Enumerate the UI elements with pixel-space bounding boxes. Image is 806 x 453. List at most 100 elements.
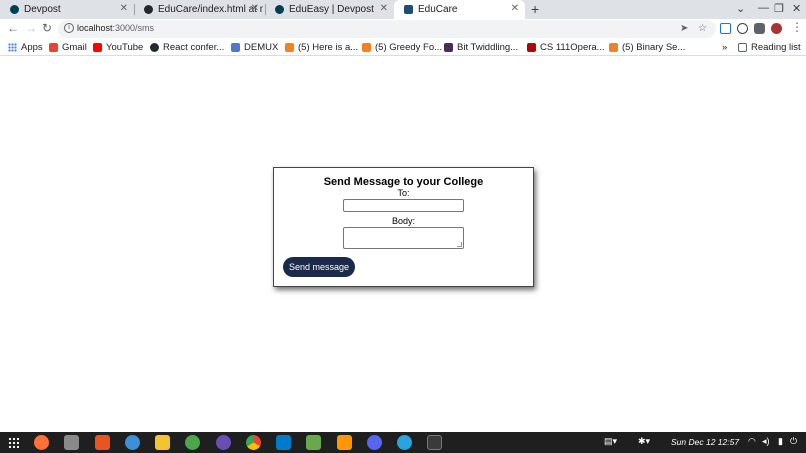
close-tab-icon[interactable]: ✕ [120,3,128,14]
firefox-icon[interactable] [34,435,49,450]
stackoverflow-icon [285,43,294,52]
battery-icon[interactable]: ▮ [778,436,783,447]
to-input[interactable] [343,199,464,212]
send-message-card: Send Message to your College To: Body: S… [273,167,534,287]
stanford-icon [527,43,536,52]
bookmark-label: Reading list [751,42,801,53]
extension-translate-icon[interactable] [720,23,731,34]
accessibility-icon[interactable]: ✱▾ [638,436,650,447]
telegram-icon[interactable] [397,435,412,450]
bookmark-label: React confer... [163,42,225,53]
bookmark-label: YouTube [106,42,144,53]
educare-favicon-icon [404,5,413,14]
more-bookmarks-label: » [722,42,728,53]
tab-edueasy[interactable]: EduEasy | Devpost ✕ [265,0,394,19]
close-tab-icon[interactable]: ✕ [380,3,388,14]
bookmark-cs111[interactable]: CS 111Opera... [527,41,605,54]
forward-icon[interactable]: → [25,21,37,35]
send-message-button[interactable]: Send message [283,257,355,277]
site-info-icon[interactable]: i [64,23,74,33]
address-bar[interactable]: i localhost:3000/sms ➤ ☆ [58,20,716,38]
obs-icon[interactable] [216,435,231,450]
bookmark-label: (5) Greedy Fo... [375,42,443,53]
vim-icon[interactable] [306,435,321,450]
url-host: localhost [77,23,113,33]
devpost-favicon-icon [275,5,284,14]
bookmark-label: CS 111Opera... [540,42,605,53]
tab-title: EduCare/index.html at m [158,4,263,15]
volume-icon[interactable]: ◂) [762,436,770,447]
extensions-puzzle-icon[interactable] [754,23,765,34]
vscode-icon[interactable] [276,435,291,450]
wifi-icon[interactable]: ◠ [748,436,756,447]
browser-toolbar: ← → ↻ i localhost:3000/sms ➤ ☆ ⋮ [0,19,806,39]
bookmarks-bar: Apps Gmail YouTube React confer... DEMUX… [0,39,806,56]
youtube-icon [93,43,102,52]
files-icon[interactable] [64,435,79,450]
tab-search-icon[interactable]: ⌄ [736,2,745,15]
new-tab-button[interactable]: + [531,1,539,17]
clipboard-icon[interactable]: ▤▾ [604,436,617,447]
software-center-icon[interactable] [95,435,110,450]
gmail-icon [49,43,58,52]
bookmark-label: DEMUX [244,42,279,53]
bookmark-label: Apps [21,42,43,53]
close-window-icon[interactable]: ✕ [792,2,801,15]
back-icon[interactable]: ← [7,21,19,35]
power-icon[interactable]: ⏻ [790,436,797,447]
bit-twiddling-icon [444,43,453,52]
reload-icon[interactable]: ↻ [42,21,52,35]
bookmark-label: (5) Binary Se... [622,42,686,53]
bookmark-react-conference[interactable]: React confer... [150,41,224,54]
tab-educare[interactable]: EduCare ✕ [394,0,525,19]
devpost-favicon-icon [10,5,19,14]
bookmark-bit-twiddling[interactable]: Bit Twiddling... [444,41,518,54]
bookmark-demux[interactable]: DEMUX [231,41,278,54]
more-bookmarks-button[interactable]: » [722,41,727,54]
bookmark-label: (5) Here is a... [298,42,359,53]
bookmark-greedy[interactable]: (5) Greedy Fo... [362,41,442,54]
send-to-device-icon[interactable]: ➤ [680,23,688,34]
restore-icon[interactable]: ❐ [774,2,784,15]
sublime-icon[interactable] [337,435,352,450]
tab-title: EduCare [418,4,458,15]
tab-github[interactable]: EduCare/index.html at m ✕ [134,0,265,19]
tab-devpost[interactable]: Devpost ✕ [0,0,134,19]
stackoverflow-icon [609,43,618,52]
bookmark-youtube[interactable]: YouTube [93,41,143,54]
apps-grid-icon [8,43,17,52]
minimize-icon[interactable]: — [758,2,769,14]
tab-strip: Devpost ✕ EduCare/index.html at m ✕ EduE… [0,0,806,19]
profile-avatar[interactable] [771,23,782,34]
bookmark-here-is-a[interactable]: (5) Here is a... [285,41,358,54]
chrome-icon[interactable] [246,435,261,450]
browser-menu-icon[interactable]: ⋮ [791,20,803,34]
bookmark-label: Gmail [62,42,87,53]
bookmark-binary-search[interactable]: (5) Binary Se... [609,41,685,54]
address-url[interactable]: localhost:3000/sms [77,23,154,33]
github-favicon-icon [144,5,153,14]
bookmark-apps[interactable]: Apps [8,41,43,54]
bookmark-star-icon[interactable]: ☆ [698,23,707,34]
tab-title: Devpost [24,4,61,15]
app-launcher-icon[interactable] [8,437,19,448]
body-label: Body: [391,216,415,226]
clock[interactable]: Sun Dec 12 12:57 [671,437,739,447]
tab-title: EduEasy | Devpost [289,4,374,15]
discord-icon[interactable] [367,435,382,450]
help-icon[interactable] [125,435,140,450]
body-textarea[interactable] [343,227,464,249]
bookmark-gmail[interactable]: Gmail [49,41,87,54]
github-icon [150,43,159,52]
app-green-icon[interactable] [185,435,200,450]
reading-list-icon [738,43,747,52]
bookmark-label: Bit Twiddling... [457,42,519,53]
jupyter-icon[interactable] [155,435,170,450]
close-tab-icon[interactable]: ✕ [511,3,519,14]
taskbar: ▤▾ ✱▾ Sun Dec 12 12:57 ◠ ◂) ▮ ⏻ [0,432,806,453]
stackoverflow-icon [362,43,371,52]
extension-sync-icon[interactable] [737,23,748,34]
close-tab-icon[interactable]: ✕ [251,3,259,14]
terminal-icon[interactable] [427,435,442,450]
reading-list-button[interactable]: Reading list [738,41,801,54]
